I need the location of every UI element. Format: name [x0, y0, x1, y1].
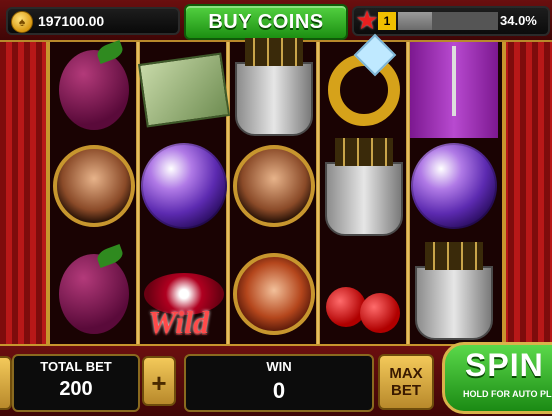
top-bar: ♠ 197100.00 BUY COINS ★ 1 34.0% [0, 0, 552, 42]
coin-balance-panel: ♠ 197100.00 [6, 7, 180, 35]
wild-lips-symbol: Wild [140, 246, 228, 342]
win-label: WIN [266, 359, 292, 374]
disco-ball-symbol [410, 138, 498, 234]
portrait-woman-symbol [230, 138, 318, 234]
spin-label: SPIN [465, 347, 544, 383]
win-panel: WIN 0 [184, 354, 374, 412]
xp-progress-bar [398, 12, 498, 30]
star-icon: ★ [355, 5, 379, 35]
buy-coins-button[interactable]: BUY COINS [184, 4, 348, 40]
total-bet-panel: TOTAL BET 200 [12, 354, 140, 412]
champagne-bucket-symbol [230, 38, 318, 138]
cherries-symbol [320, 246, 408, 342]
portrait-redhead-symbol [230, 246, 318, 342]
champagne-bucket-symbol [410, 242, 498, 342]
win-value: 0 [272, 378, 286, 403]
ring-symbol [320, 42, 408, 138]
coin-icon: ♠ [11, 11, 33, 33]
level-number: 1 [378, 12, 396, 30]
total-bet-value: 200 [59, 378, 93, 400]
plum-symbol [50, 42, 138, 138]
spin-hint: HOLD FOR AUTO PLAY [463, 389, 552, 399]
disco-ball-symbol [140, 138, 228, 234]
decrease-bet-button[interactable] [0, 356, 12, 410]
champagne-bucket-symbol [320, 138, 408, 238]
spin-button[interactable]: SPIN HOLD FOR AUTO PLAY [442, 342, 552, 414]
xp-panel: ★ 1 34.0% [352, 6, 550, 36]
total-bet-label: TOTAL BET [40, 359, 112, 374]
wild-label: Wild [148, 304, 210, 340]
portrait-brunette-symbol [50, 138, 138, 234]
slot-stage: Wild [0, 38, 552, 344]
money-symbol [137, 42, 231, 138]
max-bet-button[interactable]: MAX BET [378, 354, 434, 410]
increase-bet-button[interactable]: + [142, 356, 176, 406]
coin-balance: 197100.00 [38, 13, 105, 29]
reels-area: Wild [46, 38, 506, 344]
xp-progress-fill [398, 12, 432, 30]
control-bar: TOTAL BET 200 + WIN 0 MAX BET SPIN HOLD … [0, 342, 552, 416]
stage-pole-symbol [410, 42, 498, 138]
plum-symbol [50, 246, 138, 342]
xp-percent: 34.0% [500, 13, 537, 28]
